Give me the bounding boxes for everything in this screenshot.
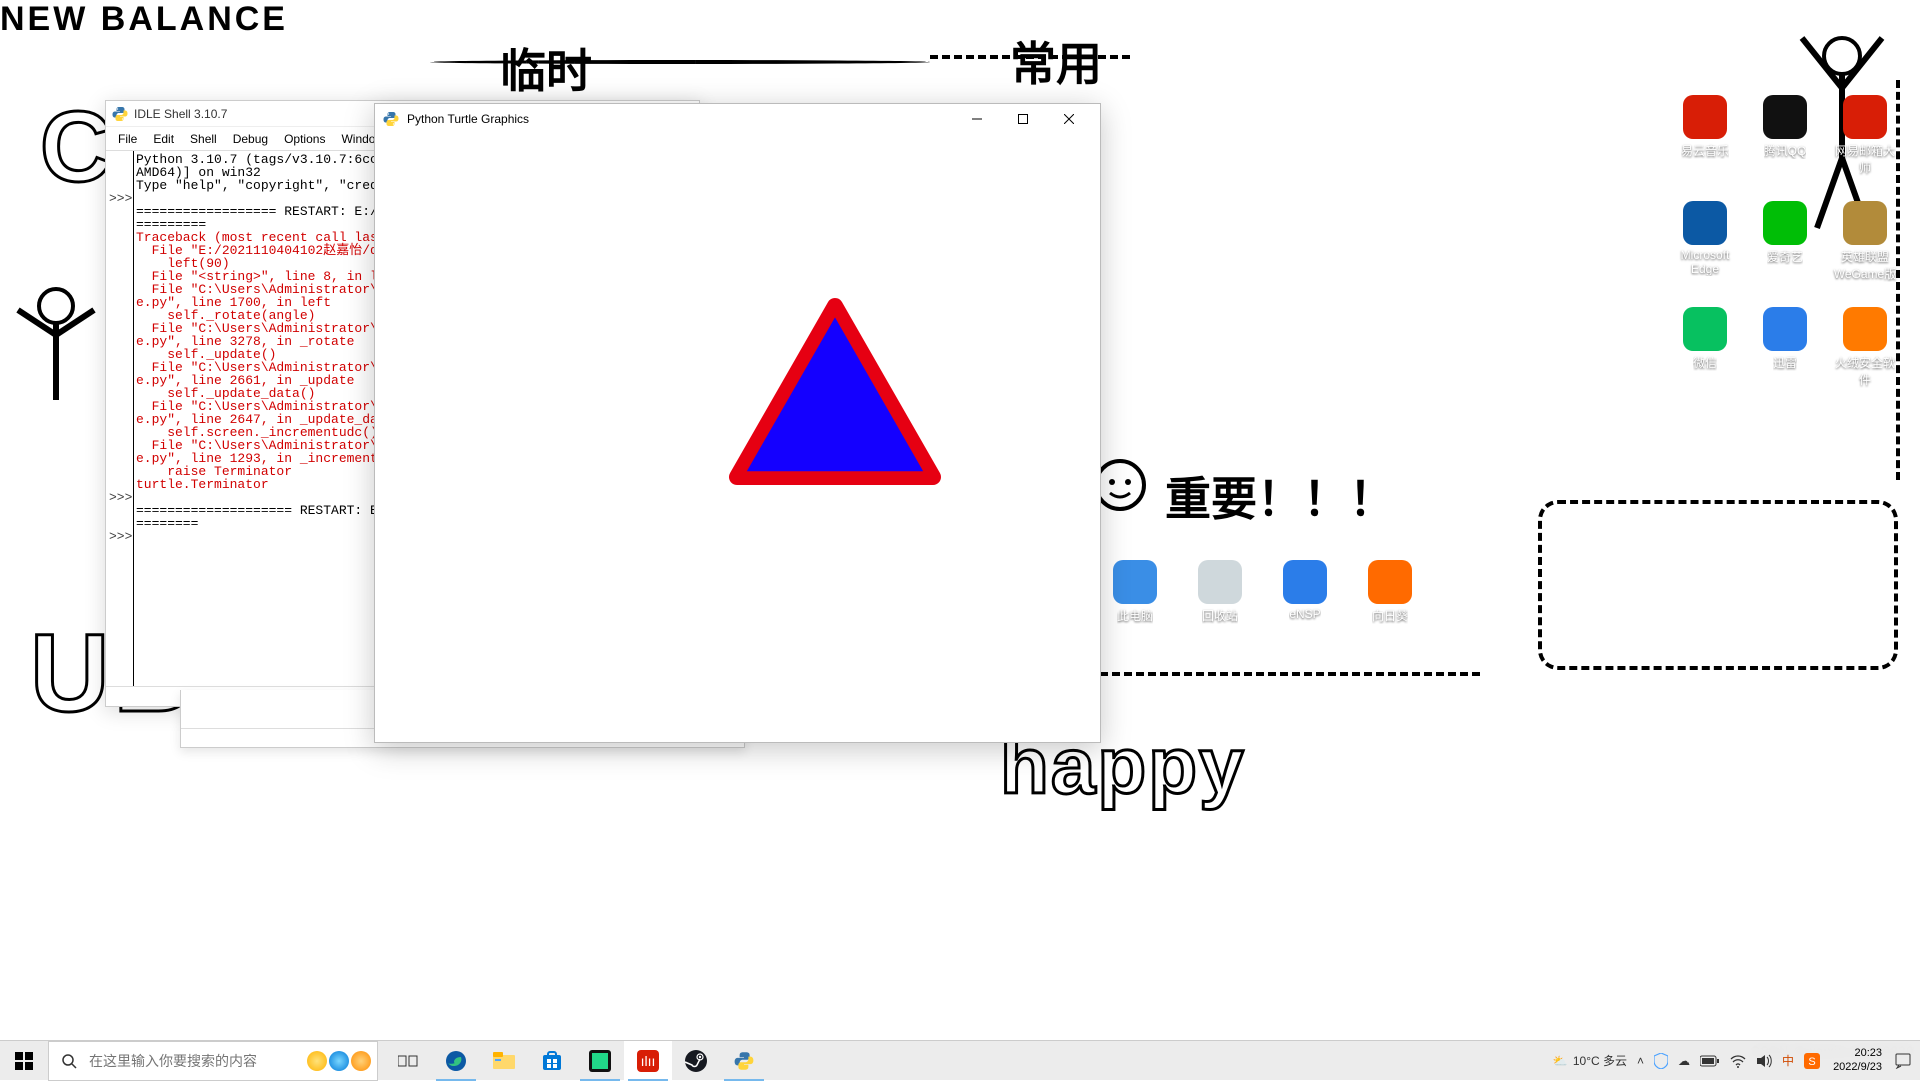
desktop-icons-grid-2: 此电脑 回收站 eNSP 向日葵	[1100, 560, 1430, 624]
search-icon	[49, 1053, 89, 1069]
desktop-icon[interactable]: 爱奇艺	[1750, 201, 1820, 282]
menu-item-shell[interactable]: Shell	[182, 132, 225, 146]
taskbar-pinned-apps: ılıı	[384, 1041, 768, 1081]
taskbar-app-pycharm[interactable]	[576, 1041, 624, 1081]
tray-wifi-icon[interactable]	[1725, 1041, 1751, 1081]
desktop-icon[interactable]: 微信	[1670, 307, 1740, 388]
maximize-button[interactable]	[1000, 104, 1046, 134]
desktop-icon[interactable]: eNSP	[1270, 560, 1340, 624]
triangle-fill	[747, 317, 923, 471]
app-icon	[1763, 307, 1807, 351]
desktop-icon[interactable]: 向日葵	[1355, 560, 1425, 624]
desktop-icon-label: eNSP	[1289, 607, 1320, 621]
start-button[interactable]	[0, 1041, 48, 1081]
python-icon	[383, 111, 399, 127]
desktop-icon-label: 此电脑	[1117, 607, 1153, 624]
stick-figure-icon	[6, 280, 106, 480]
taskbar-app-netease[interactable]: ılıı	[624, 1041, 672, 1081]
menu-item-edit[interactable]: Edit	[145, 132, 182, 146]
desktop-icon[interactable]: 英雄联盟 WeGame版	[1830, 201, 1900, 282]
desktop-icon-label: 腾讯QQ	[1764, 142, 1807, 159]
desktop-icon-label: 网易邮箱大师	[1830, 142, 1900, 176]
app-icon	[1198, 560, 1242, 604]
clock-date: 2022/9/23	[1833, 1061, 1882, 1074]
turtle-canvas[interactable]	[375, 134, 1100, 742]
wallpaper-label-changyong: 常用	[1010, 28, 1102, 94]
app-icon	[1763, 201, 1807, 245]
desktop-icon[interactable]: 迅雷	[1750, 307, 1820, 388]
app-icon	[1283, 560, 1327, 604]
desktop-icon-label: 火绒安全软件	[1830, 354, 1900, 388]
tray-sogou-icon[interactable]: S	[1799, 1041, 1825, 1081]
desktop-icon[interactable]: 此电脑	[1100, 560, 1170, 624]
desktop-icon[interactable]: 腾讯QQ	[1750, 95, 1820, 176]
menu-item-options[interactable]: Options	[276, 132, 333, 146]
weather-icon: ⛅	[1553, 1054, 1568, 1068]
task-view-button[interactable]	[384, 1041, 432, 1081]
widget-icon[interactable]	[351, 1051, 371, 1071]
desktop-icon-label: 爱奇艺	[1767, 248, 1803, 265]
taskbar-app-steam[interactable]	[672, 1041, 720, 1081]
menu-item-debug[interactable]: Debug	[225, 132, 276, 146]
tray-chevron-up-icon[interactable]: ˄	[1632, 1041, 1649, 1081]
weather-text: 10°C 多云	[1573, 1052, 1627, 1069]
search-input[interactable]	[89, 1053, 307, 1069]
desktop-icons-grid: 易云音乐 腾讯QQ 网易邮箱大师 Microsoft Edge 爱奇艺 英雄联盟…	[1670, 95, 1900, 388]
close-button[interactable]	[1046, 104, 1092, 134]
desktop-icon[interactable]: Microsoft Edge	[1670, 201, 1740, 282]
idle-prompt-gutter: >>>>>>>>>	[106, 151, 134, 686]
taskbar-tray[interactable]: ⛅ 10°C 多云 ˄ ☁ 中 S 20:23 2022/9/23	[1548, 1041, 1920, 1081]
search-widgets[interactable]	[307, 1051, 377, 1071]
svg-text:S: S	[1808, 1056, 1815, 1068]
weather-widget[interactable]: ⛅ 10°C 多云	[1548, 1041, 1632, 1081]
app-icon	[1683, 307, 1727, 351]
taskbar-app-edge[interactable]	[432, 1041, 480, 1081]
desktop-icon-label: 英雄联盟 WeGame版	[1830, 248, 1900, 282]
widget-icon[interactable]	[329, 1051, 349, 1071]
menu-item-file[interactable]: File	[110, 132, 145, 146]
app-icon	[1368, 560, 1412, 604]
app-icon	[1683, 201, 1727, 245]
app-icon	[1843, 307, 1887, 351]
tray-volume-icon[interactable]	[1751, 1041, 1777, 1081]
desktop-icon[interactable]: 网易邮箱大师	[1830, 95, 1900, 176]
app-icon	[1763, 95, 1807, 139]
tray-onedrive-icon[interactable]: ☁	[1673, 1041, 1695, 1081]
desktop-icon[interactable]: 火绒安全软件	[1830, 307, 1900, 388]
desktop-icon-label: 迅雷	[1773, 354, 1797, 371]
app-icon	[1113, 560, 1157, 604]
desktop-icon-label: 向日葵	[1372, 607, 1408, 624]
tray-security-icon[interactable]	[1649, 1041, 1673, 1081]
wallpaper-text-newbalance: NEW BALANCE	[0, 0, 1920, 39]
desktop-icon-label: 回收站	[1202, 607, 1238, 624]
app-icon	[1843, 201, 1887, 245]
turtle-titlebar[interactable]: Python Turtle Graphics	[375, 104, 1100, 134]
tray-notifications-icon[interactable]	[1890, 1041, 1916, 1081]
idle-title-text: IDLE Shell 3.10.7	[134, 107, 227, 121]
tray-ime-icon[interactable]: 中	[1777, 1041, 1799, 1081]
desktop-icon[interactable]: 回收站	[1185, 560, 1255, 624]
tray-battery-icon[interactable]	[1695, 1041, 1725, 1081]
turtle-title-text: Python Turtle Graphics	[407, 112, 954, 126]
minimize-button[interactable]	[954, 104, 1000, 134]
desktop-icon-label: 易云音乐	[1681, 142, 1729, 159]
widget-icon[interactable]	[307, 1051, 327, 1071]
turtle-window[interactable]: Python Turtle Graphics	[374, 103, 1101, 743]
taskbar[interactable]: ılıı ⛅ 10°C 多云 ˄ ☁ 中 S	[0, 1040, 1920, 1080]
desktop-icon-label: 微信	[1693, 354, 1717, 371]
desktop-icon-label: Microsoft Edge	[1670, 248, 1740, 276]
desktop-icon[interactable]: 易云音乐	[1670, 95, 1740, 176]
wallpaper-label-linshi: 临时	[500, 35, 592, 101]
taskbar-app-store[interactable]	[528, 1041, 576, 1081]
app-icon	[1843, 95, 1887, 139]
tray-clock[interactable]: 20:23 2022/9/23	[1825, 1047, 1890, 1073]
clock-time: 20:23	[1854, 1047, 1882, 1060]
taskbar-search[interactable]	[48, 1041, 378, 1081]
taskbar-app-explorer[interactable]	[480, 1041, 528, 1081]
wallpaper-label-zhongyao: 重要！！！	[1165, 463, 1395, 529]
taskbar-app-idle[interactable]	[720, 1041, 768, 1081]
svg-text:ılıı: ılıı	[641, 1053, 656, 1069]
python-icon	[112, 106, 128, 122]
app-icon	[1683, 95, 1727, 139]
